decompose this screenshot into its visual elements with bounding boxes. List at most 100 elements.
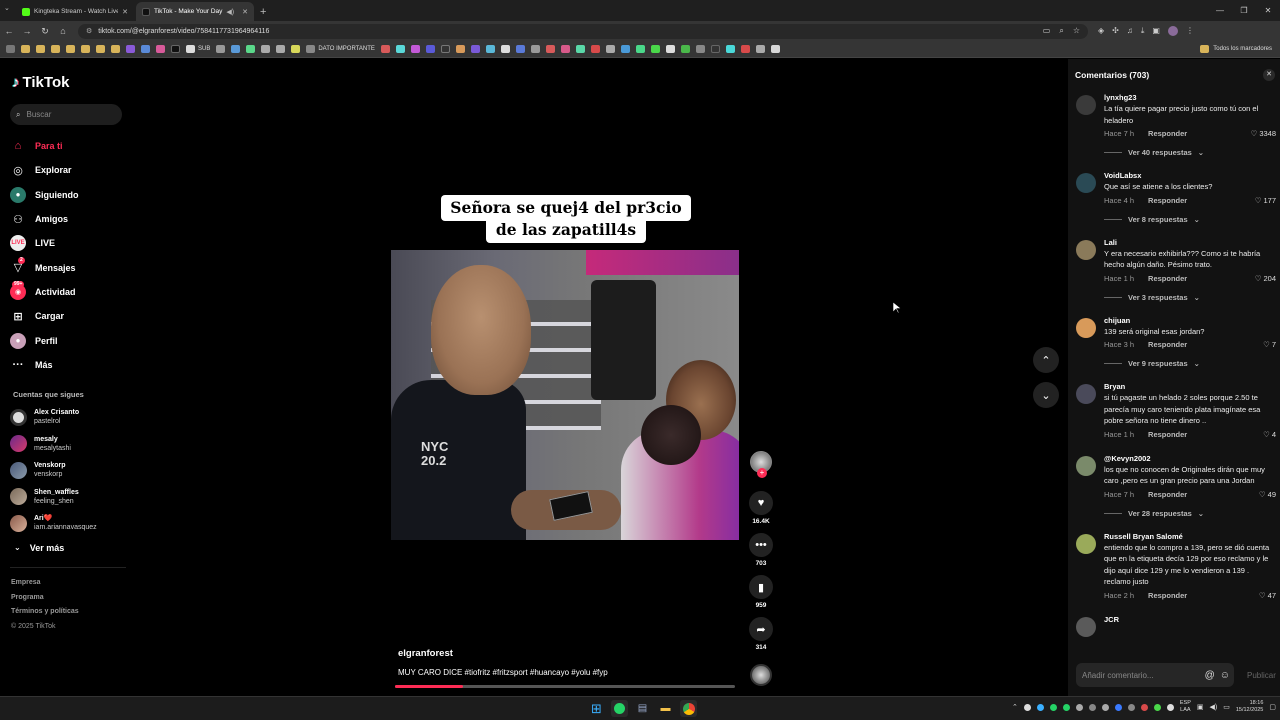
downloads-icon[interactable]: ⤓ bbox=[1141, 26, 1145, 36]
bookmark-icon[interactable] bbox=[156, 45, 165, 53]
apps-icon[interactable] bbox=[6, 45, 15, 53]
extensions-puzzle-icon[interactable]: ✣ bbox=[1112, 26, 1119, 36]
bookmark-icon[interactable] bbox=[545, 45, 555, 53]
tray-app-icon[interactable] bbox=[1036, 703, 1044, 711]
speaker-icon[interactable]: ◀) bbox=[226, 8, 234, 16]
comment-username[interactable]: JCR bbox=[1104, 615, 1276, 625]
following-item[interactable]: Venskorp venskorp bbox=[10, 457, 128, 484]
bookmark-icon[interactable] bbox=[515, 45, 525, 53]
tray-app-icon[interactable] bbox=[1166, 703, 1174, 711]
bookmark-icon[interactable] bbox=[530, 45, 540, 53]
split-view-icon[interactable]: ▣ bbox=[1152, 26, 1160, 36]
reply-button[interactable]: Responder bbox=[1148, 340, 1187, 349]
bookmark-sub[interactable]: SUB bbox=[186, 45, 210, 53]
follow-plus-icon[interactable]: + bbox=[757, 468, 767, 478]
bookmark-icon[interactable] bbox=[635, 45, 645, 53]
bookmark-icon[interactable] bbox=[380, 45, 390, 53]
back-icon[interactable]: ← bbox=[0, 26, 18, 36]
notepad-icon[interactable]: ▤ bbox=[634, 700, 651, 717]
input-language[interactable]: ESP LAA bbox=[1180, 700, 1191, 714]
site-info-icon[interactable]: ⚙ bbox=[86, 27, 92, 35]
bookmark-icon[interactable] bbox=[770, 45, 780, 53]
music-disc-icon[interactable] bbox=[750, 664, 772, 686]
bookmark-icon[interactable] bbox=[171, 45, 180, 53]
folder-icon[interactable] bbox=[96, 45, 105, 53]
tray-app-icon[interactable] bbox=[1049, 703, 1057, 711]
bookmark-icon[interactable] bbox=[710, 45, 720, 53]
video-author[interactable]: elgranforest bbox=[398, 648, 453, 659]
bookmark-icon[interactable] bbox=[126, 45, 135, 53]
comments-list[interactable]: lynxhg23 La tía quiere pagar precio justo… bbox=[1068, 93, 1280, 654]
tab-search-icon[interactable]: ⌄ bbox=[4, 4, 10, 12]
bookmark-star-icon[interactable]: ☆ bbox=[1073, 26, 1080, 36]
minimize-icon[interactable]: — bbox=[1208, 0, 1232, 21]
whatsapp-icon[interactable] bbox=[611, 700, 628, 717]
comment-username[interactable]: Russell Bryan Salomé bbox=[1104, 532, 1276, 542]
comment-like-button[interactable]: ♡ 4 bbox=[1263, 430, 1276, 439]
reply-button[interactable]: Responder bbox=[1148, 430, 1187, 439]
folder-icon[interactable] bbox=[51, 45, 60, 53]
share-button[interactable]: ➦ bbox=[749, 617, 773, 641]
reply-button[interactable]: Responder bbox=[1148, 490, 1187, 499]
bookmark-dato-importante[interactable]: DATO IMPORTANTE bbox=[306, 45, 375, 53]
tiktok-logo[interactable]: ♪ TikTok bbox=[12, 74, 69, 91]
avatar[interactable] bbox=[1076, 317, 1096, 338]
author-avatar[interactable]: + bbox=[750, 451, 772, 478]
close-comments-button[interactable]: ✕ bbox=[1263, 69, 1275, 81]
folder-icon[interactable] bbox=[36, 45, 45, 53]
nav-mensajes[interactable]: ▽ 2 Mensajes bbox=[10, 255, 128, 279]
bookmark-icon[interactable] bbox=[231, 45, 241, 53]
view-replies-button[interactable]: Ver 28 respuestas ⌄ bbox=[1104, 509, 1276, 518]
nav-mas[interactable]: ··· Más bbox=[10, 353, 128, 377]
tray-app-icon[interactable] bbox=[1114, 703, 1122, 711]
video-player[interactable]: NYC 20.2 bbox=[391, 250, 739, 540]
tray-app-icon[interactable] bbox=[1075, 703, 1083, 711]
bookmark-icon[interactable] bbox=[500, 45, 510, 53]
browser-menu-icon[interactable]: ⋮ bbox=[1186, 26, 1194, 36]
tray-app-icon[interactable] bbox=[1153, 703, 1161, 711]
extension-icon[interactable]: ◈ bbox=[1098, 26, 1104, 36]
save-button[interactable]: ▮ bbox=[749, 575, 773, 599]
tray-app-icon[interactable] bbox=[1023, 703, 1031, 711]
folder-icon[interactable] bbox=[81, 45, 90, 53]
bookmark-icon[interactable] bbox=[425, 45, 435, 53]
comment-like-button[interactable]: ♡ 7 bbox=[1263, 340, 1276, 349]
nav-cargar[interactable]: ⊞ Cargar bbox=[10, 304, 128, 328]
video-progress-bar[interactable] bbox=[395, 685, 735, 688]
view-replies-button[interactable]: Ver 9 respuestas ⌄ bbox=[1104, 359, 1276, 368]
bookmark-icon[interactable] bbox=[665, 45, 675, 53]
view-replies-button[interactable]: Ver 3 respuestas ⌄ bbox=[1104, 293, 1276, 302]
nav-amigos[interactable]: ⚇ Amigos bbox=[10, 207, 128, 231]
previous-video-button[interactable]: ⌃ bbox=[1033, 347, 1059, 373]
view-replies-button[interactable]: Ver 8 respuestas ⌄ bbox=[1104, 215, 1276, 224]
bookmark-icon[interactable] bbox=[740, 45, 750, 53]
volume-icon[interactable]: ◀) bbox=[1210, 703, 1218, 711]
bookmark-icon[interactable] bbox=[725, 45, 735, 53]
bookmark-icon[interactable] bbox=[246, 45, 256, 53]
footer-link-empresa[interactable]: Empresa bbox=[11, 576, 79, 591]
tray-chevron-icon[interactable]: ⌃ bbox=[1012, 703, 1018, 711]
tray-app-icon[interactable] bbox=[1088, 703, 1096, 711]
search-input[interactable]: ⌕ Buscar bbox=[10, 104, 122, 125]
bookmark-icon[interactable] bbox=[695, 45, 705, 53]
tab-tiktok[interactable]: TikTok - Make Your Day ◀) ✕ bbox=[136, 2, 254, 21]
post-button[interactable]: Publicar bbox=[1247, 671, 1276, 680]
nav-live[interactable]: LIVE LIVE bbox=[10, 231, 128, 255]
avatar[interactable] bbox=[1076, 384, 1096, 404]
folder-icon[interactable] bbox=[66, 45, 75, 53]
zoom-icon[interactable]: ⌕ bbox=[1059, 26, 1063, 36]
bookmark-icon[interactable] bbox=[590, 45, 600, 53]
bookmark-icon[interactable] bbox=[440, 45, 450, 53]
avatar[interactable] bbox=[1076, 616, 1096, 637]
tray-app-icon[interactable] bbox=[1101, 703, 1109, 711]
bookmark-icon[interactable] bbox=[485, 45, 495, 53]
nav-perfil[interactable]: ● Perfil bbox=[10, 328, 128, 352]
bookmark-icon[interactable] bbox=[680, 45, 690, 53]
comment-like-button[interactable]: ♡ 177 bbox=[1255, 196, 1276, 205]
following-item[interactable]: Ari❤️ iam.ariannavasquez bbox=[10, 510, 128, 537]
close-window-icon[interactable]: ✕ bbox=[1256, 0, 1280, 21]
network-icon[interactable]: ▣ bbox=[1197, 703, 1204, 711]
following-item[interactable]: Shen_waffles feeling_shen bbox=[10, 484, 128, 511]
close-tab-icon[interactable]: ✕ bbox=[242, 8, 248, 16]
comment-like-button[interactable]: ♡ 49 bbox=[1259, 490, 1276, 499]
